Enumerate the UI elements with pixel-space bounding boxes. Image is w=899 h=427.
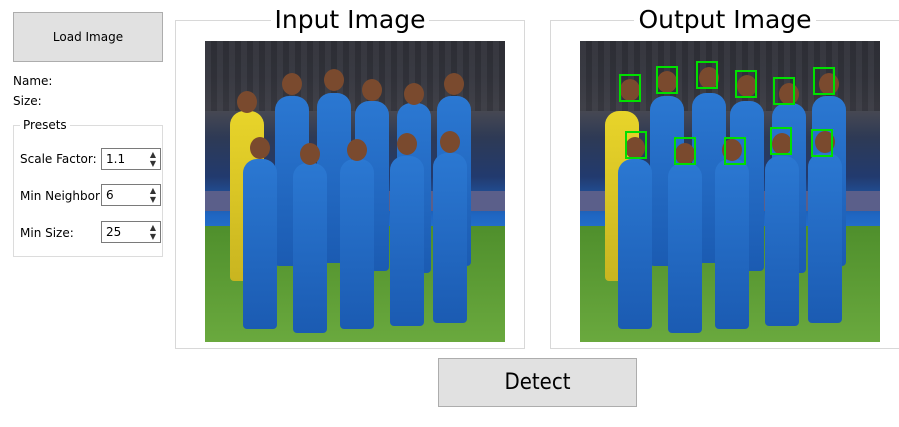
scale-factor-value: 1.1 — [106, 152, 126, 166]
min-neighbor-spinbox[interactable]: 6 ▲ ▼ — [101, 184, 161, 206]
input-image-frame: Input Image — [175, 5, 525, 349]
face-detection-box — [735, 70, 757, 98]
face-detection-box — [811, 129, 833, 157]
face-detection-box — [619, 74, 641, 102]
min-size-value: 25 — [106, 225, 122, 239]
output-image-frame: Output Image — [550, 5, 899, 349]
output-image — [580, 41, 880, 342]
presets-group: Presets Scale Factor: 1.1 ▲ ▼ Min Neighbo… — [13, 118, 163, 257]
face-detection-box — [656, 66, 678, 94]
scale-factor-label: Scale Factor: — [20, 152, 97, 166]
output-image-title: Output Image — [634, 5, 816, 34]
presets-title: Presets — [20, 118, 70, 132]
name-label: Name: — [13, 74, 53, 88]
scale-factor-spinbox[interactable]: 1.1 ▲ ▼ — [101, 148, 161, 170]
face-detection-box — [696, 61, 718, 89]
min-size-label: Min Size: — [20, 226, 74, 240]
face-detection-box — [773, 77, 795, 105]
input-image-title: Input Image — [270, 5, 430, 34]
spin-arrows-icon[interactable]: ▲ ▼ — [146, 223, 160, 241]
detect-button[interactable]: Detect — [438, 358, 637, 407]
spin-arrows-icon[interactable]: ▲ ▼ — [146, 186, 160, 204]
face-detection-box — [724, 137, 746, 165]
face-detection-box — [770, 127, 792, 155]
min-neighbor-value: 6 — [106, 188, 114, 202]
face-detection-box — [625, 131, 647, 159]
load-image-button[interactable]: Load Image — [13, 12, 163, 62]
face-detection-box — [813, 67, 835, 95]
min-size-spinbox[interactable]: 25 ▲ ▼ — [101, 221, 161, 243]
spin-arrows-icon[interactable]: ▲ ▼ — [146, 150, 160, 168]
face-detection-box — [674, 137, 696, 165]
size-label: Size: — [13, 94, 42, 108]
input-image — [205, 41, 505, 342]
min-neighbor-label: Min Neighbor — [20, 189, 100, 203]
